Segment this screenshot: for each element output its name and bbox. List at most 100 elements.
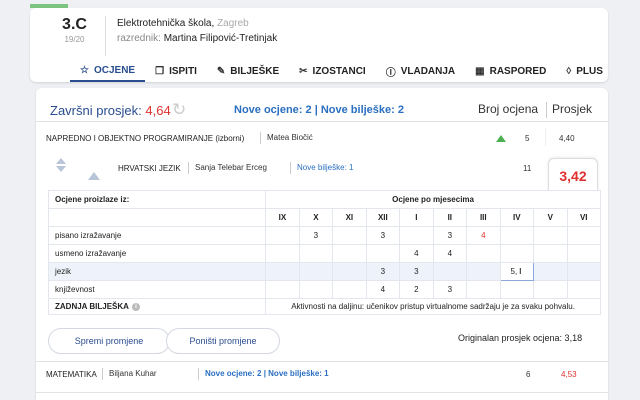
grade-cell[interactable] — [265, 262, 300, 281]
discard-changes-button[interactable]: Poništi promjene — [166, 328, 280, 354]
grade-cell[interactable]: 3 — [432, 226, 468, 245]
grade-cell[interactable] — [566, 226, 601, 245]
column-divider — [545, 128, 546, 146]
grade-cell[interactable] — [298, 262, 334, 281]
expand-indicator-icon — [88, 172, 100, 180]
subject-average-highlight: 3,42 — [548, 158, 598, 192]
grade-cell[interactable] — [499, 226, 535, 245]
grade-cell[interactable] — [332, 244, 367, 263]
divider: | — [314, 104, 318, 116]
subject-name[interactable]: MATEMATIKA — [46, 370, 97, 379]
grade-cell[interactable] — [298, 280, 334, 299]
grade-cell[interactable] — [332, 280, 367, 299]
pencil-icon: ✎ — [216, 65, 226, 77]
grade-cell[interactable]: 4 — [432, 244, 468, 263]
tab-izostanci[interactable]: ✂ IZOSTANCI — [289, 60, 376, 82]
text-cursor-icon: I — [519, 267, 522, 276]
subject-name[interactable]: NAPREDNO I OBJEKTNO PROGRAMIRANJE (izbor… — [46, 134, 244, 143]
grade-cell[interactable] — [466, 262, 501, 281]
grade-cell[interactable] — [566, 262, 601, 281]
table-header-row: Ocjene proizlaze iz: Ocjene po mjesecima — [47, 190, 601, 209]
grade-cell[interactable]: 4 — [399, 244, 434, 263]
grade-edit-input[interactable]: 5, I — [499, 262, 535, 281]
grade-cell[interactable] — [399, 226, 434, 245]
grade-cell[interactable] — [566, 280, 601, 299]
grade-cell[interactable]: 3 — [365, 226, 401, 245]
grade-cell[interactable] — [533, 244, 568, 263]
grade-cell[interactable]: 3 — [298, 226, 334, 245]
subject-name[interactable]: HRVATSKI JEZIK — [118, 164, 181, 173]
refresh-icon[interactable]: ↻ — [172, 100, 186, 120]
school-info: Elektrotehnička škola, Zagreb — [117, 18, 249, 29]
grade-cell[interactable] — [332, 262, 367, 281]
trend-up-icon — [496, 135, 506, 142]
tab-label: IZOSTANCI — [312, 65, 366, 77]
grade-cell[interactable] — [533, 262, 568, 281]
grade-cell[interactable]: 3 — [399, 262, 434, 281]
summary-bar: Završni prosjek: 4,64 ↻ Nove ocjene: 2 |… — [36, 92, 608, 120]
grade-cell[interactable] — [365, 244, 401, 263]
months-header: Ocjene po mjesecima — [265, 190, 601, 209]
month-header: IX — [265, 208, 300, 227]
empty-cell — [47, 208, 267, 227]
new-notes-link[interactable]: Nove bilješke: 1 — [290, 162, 353, 174]
month-header-row: IX X XI XII I II III IV V VI — [47, 208, 601, 227]
month-header: VI — [566, 208, 601, 227]
tab-raspored[interactable]: ▦ RASPORED — [465, 60, 556, 82]
grade-cell[interactable] — [499, 280, 535, 299]
new-notes-link[interactable]: Nove bilješke: 2 — [321, 104, 404, 116]
school-name: Elektrotehnička škola — [117, 18, 212, 29]
class-name: 3.C — [62, 16, 87, 33]
reorder-handle[interactable] — [56, 158, 66, 172]
grade-cell[interactable]: 2 — [399, 280, 434, 299]
save-changes-button[interactable]: Spremi promjene — [48, 328, 170, 354]
grade-cell[interactable] — [533, 226, 568, 245]
scissors-icon: ✂ — [299, 65, 308, 77]
subject-teacher: Sanja Telebar Erceg — [188, 162, 267, 174]
tab-label: PLUS — [576, 65, 603, 77]
new-items-summary: Nove ocjene: 2 | Nove bilješke: 2 — [234, 104, 404, 116]
original-average: Originalan prosjek ocjena: 3,18 — [458, 333, 583, 343]
grade-cell[interactable]: 4 — [466, 226, 501, 245]
grade-cell[interactable] — [265, 244, 300, 263]
tab-plus[interactable]: ◊ PLUS — [556, 60, 613, 82]
copy-icon: ❐ — [155, 65, 165, 77]
table-row: usmeno izražavanje 4 4 — [47, 244, 601, 263]
subject-average: 4,53 — [561, 370, 577, 379]
grade-cell[interactable] — [265, 226, 300, 245]
grade-cell[interactable] — [332, 226, 367, 245]
final-average-label: Završni prosjek: — [50, 103, 142, 118]
table-row: pisano izražavanje 3 3 3 4 — [47, 226, 601, 245]
grade-cell[interactable]: 3 — [432, 280, 468, 299]
grade-cell[interactable] — [265, 280, 300, 299]
calendar-icon: ▦ — [475, 65, 485, 77]
subject-grade-count: 5 — [525, 134, 530, 143]
grade-cell[interactable] — [466, 244, 501, 263]
category-label: pisano izražavanje — [47, 226, 267, 245]
tab-ispiti[interactable]: ❐ ISPITI — [145, 60, 207, 82]
tab-ocjene[interactable]: ☆ OCJENE — [70, 60, 146, 82]
grade-cell[interactable] — [432, 262, 468, 281]
tab-vladanja[interactable]: ⓘ VLADANJA — [376, 60, 465, 82]
last-note-label-text: ZADNJA BILJEŠKA — [55, 302, 129, 311]
source-header: Ocjene proizlaze iz: — [47, 190, 267, 209]
grade-cell[interactable] — [499, 244, 535, 263]
info-icon[interactable]: i — [131, 302, 140, 311]
grade-cell[interactable]: 3 — [365, 262, 401, 281]
teacher-name: Martina Filipović-Tretinjak — [163, 33, 278, 44]
grade-cell[interactable] — [466, 280, 501, 299]
new-items-link[interactable]: Nove ocjene: 2 | Nove bilješke: 1 — [198, 368, 329, 380]
tab-biljeske[interactable]: ✎ BILJEŠKE — [207, 60, 289, 82]
subject-grade-count: 11 — [523, 164, 532, 173]
subject-average: 4,40 — [559, 134, 575, 143]
category-label: književnost — [47, 280, 267, 299]
new-grades-link[interactable]: Nove ocjene: 2 — [234, 104, 312, 116]
grade-cell[interactable] — [533, 280, 568, 299]
grade-cell[interactable]: 4 — [365, 280, 401, 299]
grade-cell[interactable] — [298, 244, 334, 263]
tab-label: OCJENE — [93, 64, 136, 76]
grade-cell[interactable] — [566, 244, 601, 263]
tab-label: ISPITI — [169, 65, 197, 77]
divider-line — [36, 361, 608, 362]
school-year: 19/20 — [64, 35, 85, 44]
